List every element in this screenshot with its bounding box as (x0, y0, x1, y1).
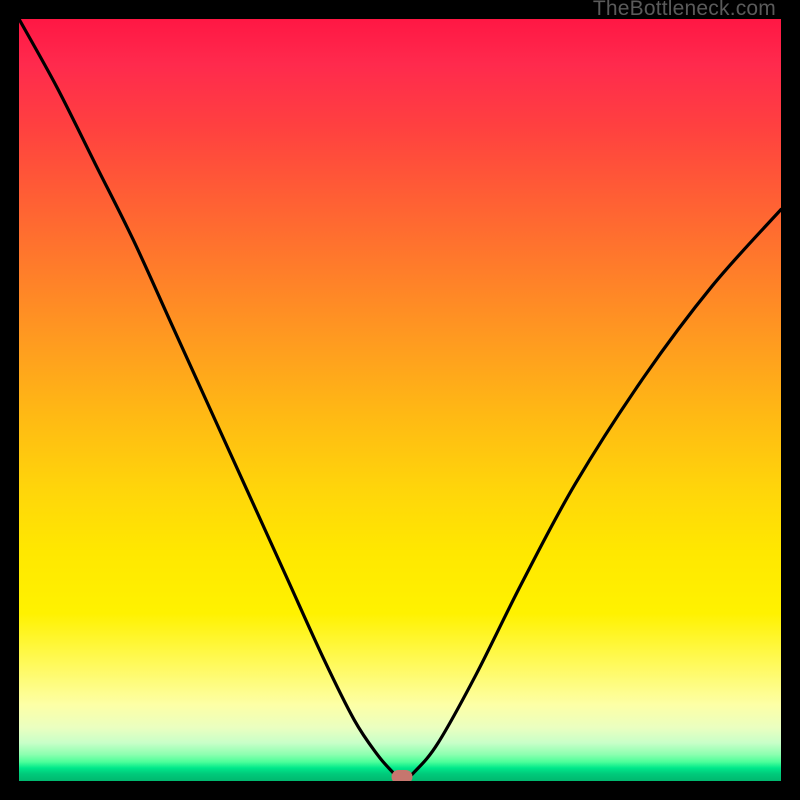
minimum-marker (392, 770, 413, 781)
bottleneck-curve (19, 19, 781, 781)
plot-area (19, 19, 781, 781)
watermark-text: TheBottleneck.com (593, 0, 776, 21)
